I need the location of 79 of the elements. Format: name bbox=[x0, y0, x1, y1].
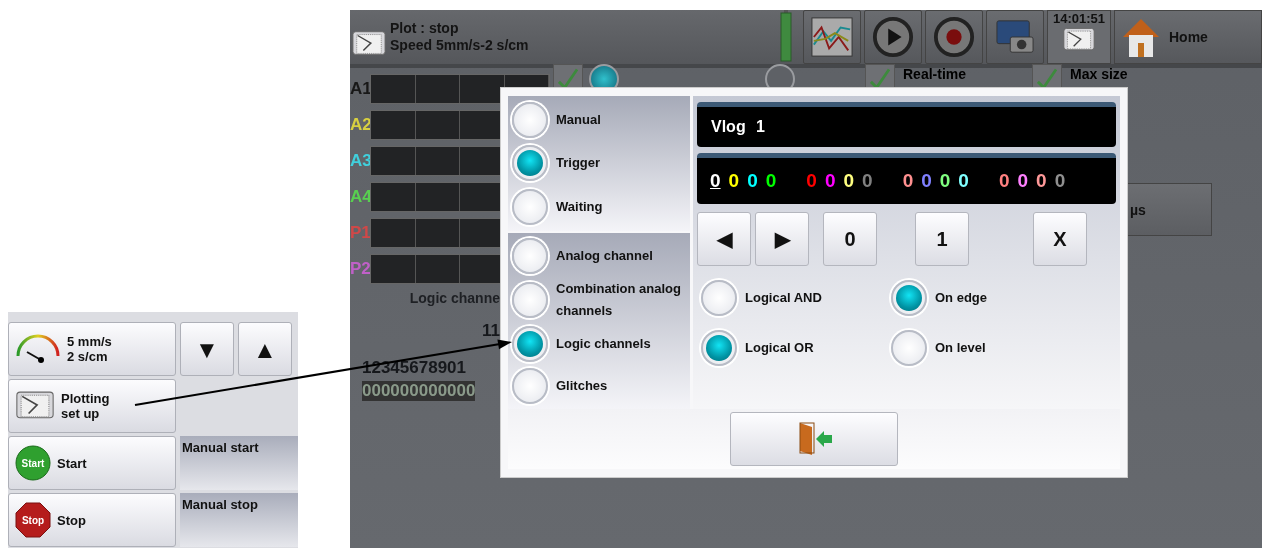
name-display: Vlog 1 bbox=[697, 102, 1116, 147]
radio-button[interactable] bbox=[891, 280, 927, 316]
radio-label: On level bbox=[935, 339, 987, 357]
radio-button[interactable] bbox=[512, 145, 548, 182]
record-button[interactable] bbox=[925, 10, 983, 64]
channel-values: 000000000000 bbox=[362, 381, 476, 401]
gauge-icon bbox=[15, 334, 61, 364]
bit-digit[interactable]: 0 bbox=[1035, 170, 1048, 192]
step-button[interactable]: ▲ bbox=[238, 322, 292, 376]
action-description: Manual start bbox=[180, 436, 298, 490]
channel-label: P2 bbox=[350, 259, 370, 279]
start-button[interactable]: Start Start bbox=[8, 436, 176, 490]
channel-label: A2 bbox=[350, 115, 370, 135]
bit-digit[interactable]: 0 bbox=[997, 170, 1011, 192]
battery-icon bbox=[780, 10, 792, 62]
channel-label: A3 bbox=[350, 151, 370, 171]
status-text: Speed 5mm/s-2 s/cm bbox=[390, 37, 529, 54]
play-button[interactable] bbox=[864, 10, 922, 64]
bit-digit[interactable]: 0 bbox=[764, 170, 778, 192]
channel-numbers: 11 bbox=[482, 321, 500, 341]
radio-label: Manual bbox=[556, 110, 602, 129]
section-heading: Logic channe bbox=[409, 290, 500, 306]
radio-button[interactable] bbox=[512, 101, 548, 138]
radio-button[interactable] bbox=[701, 280, 737, 316]
channel-label: A4 bbox=[350, 187, 370, 207]
radio-label: Analog channel bbox=[556, 247, 654, 265]
start-icon: Start bbox=[15, 445, 51, 481]
exit-button[interactable] bbox=[730, 412, 898, 466]
radio-button[interactable] bbox=[512, 238, 548, 274]
bit-digit[interactable]: 0 bbox=[823, 170, 837, 192]
radio-label: On edge bbox=[935, 289, 988, 307]
bit-digit[interactable]: 0 bbox=[861, 170, 874, 192]
bit-digit[interactable]: 0 bbox=[920, 170, 933, 192]
step-button[interactable]: ▼ bbox=[180, 322, 234, 376]
radio-button[interactable] bbox=[512, 282, 548, 318]
radio-label: Logical AND bbox=[745, 289, 823, 307]
check-icon bbox=[1037, 68, 1058, 89]
key-button[interactable]: ▶ bbox=[755, 212, 809, 266]
key-button[interactable]: ◀ bbox=[697, 212, 751, 266]
action-description: Manual stop bbox=[180, 493, 298, 547]
channel-label: P1 bbox=[350, 223, 370, 243]
key-button[interactable]: X bbox=[1033, 212, 1087, 266]
check-icon bbox=[558, 68, 578, 89]
radio-button[interactable] bbox=[891, 330, 927, 366]
radio-label: Waiting bbox=[556, 198, 604, 217]
radio-label: Glitches bbox=[556, 377, 609, 395]
bit-digit[interactable]: 0 bbox=[746, 170, 759, 192]
option-label: Real-time bbox=[903, 66, 967, 84]
bit-digit[interactable]: 0 bbox=[1053, 170, 1067, 192]
stop-sign-icon: Stop bbox=[15, 502, 51, 538]
screenshot-button[interactable] bbox=[986, 10, 1044, 64]
bit-digit[interactable]: 0 bbox=[727, 170, 741, 192]
bit-digit[interactable]: 0 bbox=[901, 170, 915, 192]
radio-label: Logic channels bbox=[556, 335, 652, 353]
clock-button[interactable]: 14:01:51 bbox=[1047, 10, 1111, 64]
speed-button[interactable]: 5 mm/s 2 s/cm bbox=[8, 322, 176, 376]
plotting-setup-button[interactable]: Plotting set up bbox=[8, 379, 176, 433]
key-button[interactable]: 0 bbox=[823, 212, 877, 266]
bit-digit[interactable]: 0 bbox=[957, 170, 970, 192]
status-text: Plot : stop bbox=[390, 20, 460, 37]
channel-label: A1 bbox=[350, 79, 370, 99]
radio-button[interactable] bbox=[701, 330, 737, 366]
option-label: Max size bbox=[1070, 66, 1128, 84]
radio-label: Logical OR bbox=[745, 339, 815, 357]
stop-button[interactable]: Stop Stop bbox=[8, 493, 176, 547]
bit-digit[interactable]: 0 bbox=[1016, 170, 1030, 192]
radio-button[interactable] bbox=[512, 189, 548, 226]
bit-digit[interactable]: 0 bbox=[805, 170, 818, 192]
radio-button[interactable] bbox=[512, 326, 548, 362]
channel-numbers: 12345678901 bbox=[362, 358, 466, 378]
radio-button[interactable] bbox=[512, 368, 548, 404]
radio-label: Combination analog channels bbox=[556, 280, 682, 320]
chart-button[interactable] bbox=[803, 10, 861, 64]
bit-digit[interactable]: 0 bbox=[709, 170, 722, 192]
check-icon bbox=[870, 68, 890, 89]
bit-digit[interactable]: 0 bbox=[842, 170, 856, 192]
radio-label: Trigger bbox=[556, 154, 602, 173]
bit-digit[interactable]: 0 bbox=[938, 170, 952, 192]
key-button[interactable]: 1 bbox=[915, 212, 969, 266]
